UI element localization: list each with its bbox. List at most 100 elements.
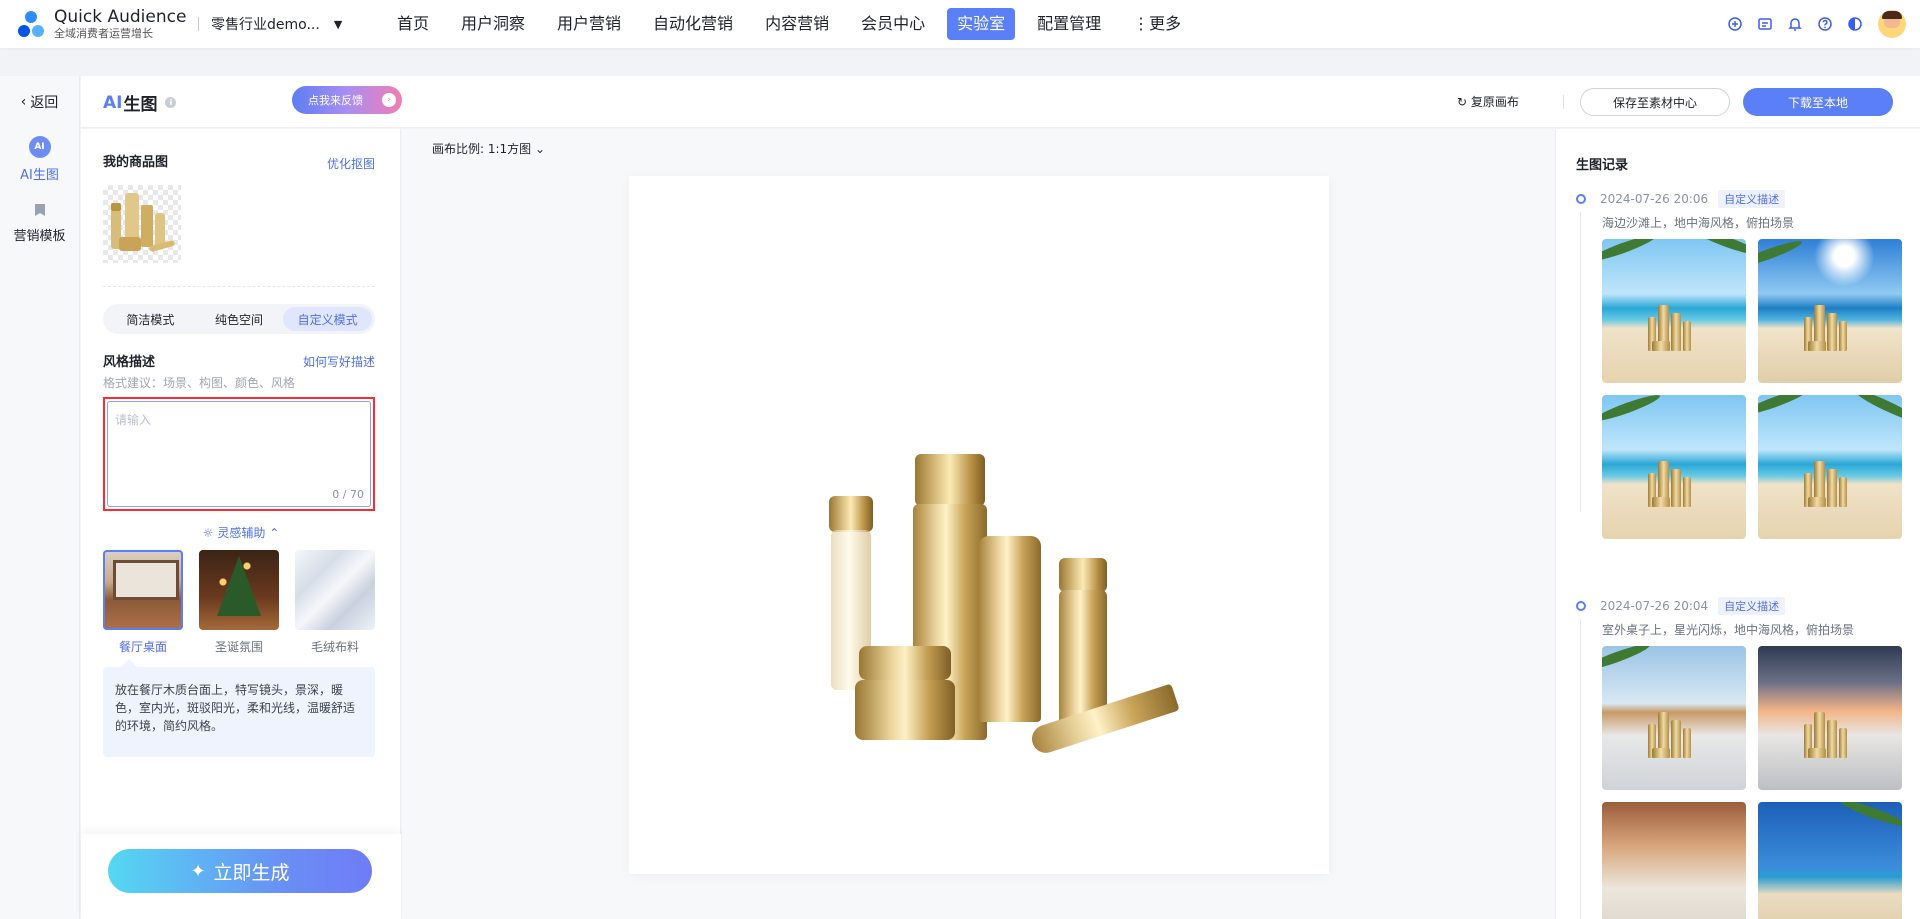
ai-icon: AI [28, 136, 51, 158]
logo-icon [16, 9, 46, 39]
info-icon[interactable]: i [165, 97, 177, 108]
settings-panel: 我的商品图 优化抠图 简洁模式 纯色空间 自定义模式 风格描述 如何写好描述 格… [81, 129, 401, 919]
timeline-dot [1576, 194, 1586, 204]
history-record: 2024-07-26 20:04 自定义描述 室外桌子上，星光闪烁，地中海风格，… [1576, 597, 1916, 919]
app-logo[interactable]: Quick Audience 全域消费者运营增长 [16, 6, 198, 41]
feedback-button[interactable]: 点我来反馈 › [292, 86, 402, 114]
back-button[interactable]: ‹ 返回 [0, 76, 79, 128]
arrow-right-icon: › [382, 93, 396, 107]
optimize-cutout-link[interactable]: 优化抠图 [327, 155, 375, 172]
mode-tabs: 简洁模式 纯色空间 自定义模式 [103, 304, 375, 334]
chevron-down-icon: ⌄ [535, 142, 546, 156]
style-presets: 餐厅桌面 圣诞氛围 毛绒布料 [103, 550, 375, 655]
record-tag: 自定义描述 [1718, 597, 1786, 615]
rail-item-ai-image[interactable]: AI AI生图 [0, 136, 79, 183]
back-label: 返回 [30, 95, 59, 111]
theme-icon[interactable] [1846, 15, 1864, 33]
plugin-icon[interactable] [1726, 15, 1744, 33]
style-card-label: 毛绒布料 [310, 640, 359, 654]
record-description: 室外桌子上，星光闪烁，地中海风格，俯拍场景 [1602, 623, 1855, 637]
workspace-selector[interactable]: 零售行业demo... ▼ [211, 14, 371, 34]
rail-item-label: AI生图 [20, 168, 59, 183]
menu-item-member[interactable]: 会员中心 [851, 8, 935, 40]
main-menu: 首页 用户洞察 用户营销 自动化营销 内容营销 会员中心 实验室 配置管理 ⋮更… [387, 8, 1203, 40]
style-card-dining[interactable]: 餐厅桌面 [103, 550, 183, 655]
sparkle-icon: ✦ [190, 860, 206, 882]
help-icon[interactable] [1816, 15, 1834, 33]
generated-image[interactable] [1758, 239, 1902, 383]
tab-simple-mode[interactable]: 简洁模式 [106, 307, 195, 331]
style-card-christmas[interactable]: 圣诞氛围 [199, 550, 279, 655]
divider [103, 286, 375, 287]
style-description-input[interactable]: 请输入 0 / 70 [107, 401, 371, 507]
rail-item-label: 营销模板 [13, 229, 66, 244]
style-description-preview: 放在餐厅木质台面上，特写镜头，景深，暖色，室内光，斑驳阳光，柔和光线，温暖舒适的… [103, 659, 375, 757]
chevron-up-icon: ⌃ [269, 526, 280, 540]
writing-tips-link[interactable]: 如何写好描述 [303, 353, 375, 370]
panel-footer: ✦ 立即生成 [81, 834, 401, 919]
menu-item-insight[interactable]: 用户洞察 [451, 8, 535, 40]
bell-icon[interactable] [1786, 15, 1804, 33]
avatar[interactable] [1878, 10, 1906, 38]
menu-item-lab[interactable]: 实验室 [947, 8, 1016, 40]
format-hint: 格式建议：场景、构图、颜色、风格 [103, 376, 296, 390]
divider [1563, 95, 1564, 109]
record-description: 海边沙滩上，地中海风格，俯拍场景 [1602, 216, 1795, 230]
style-preview-image [199, 550, 279, 630]
divider [198, 17, 199, 31]
generate-button[interactable]: ✦ 立即生成 [108, 849, 372, 893]
tab-solid-space[interactable]: 纯色空间 [195, 307, 284, 331]
record-tag: 自定义描述 [1718, 190, 1786, 208]
menu-item-config[interactable]: 配置管理 [1027, 8, 1111, 40]
menu-item-automation[interactable]: 自动化营销 [643, 8, 743, 40]
char-counter: 0 / 70 [332, 488, 364, 501]
save-to-library-button[interactable]: 保存至素材中心 [1580, 88, 1730, 116]
download-button[interactable]: 下载至本地 [1743, 88, 1893, 116]
menu-item-content[interactable]: 内容营销 [755, 8, 839, 40]
generated-image[interactable] [1758, 646, 1902, 790]
menu-item-more[interactable]: ⋮更多 [1123, 8, 1191, 40]
style-preview-image [103, 550, 183, 630]
inspiration-toggle[interactable]: ☼ 灵感辅助 ⌃ [81, 524, 401, 541]
menu-item-home[interactable]: 首页 [387, 8, 439, 40]
page-title: AI 生图 i [103, 90, 177, 115]
chevron-left-icon: ‹ [20, 94, 27, 110]
history-panel: 生图记录 2024-07-26 20:06 自定义描述 海边沙滩上，地中海风格，… [1555, 129, 1920, 919]
record-time: 2024-07-26 20:04 [1600, 599, 1709, 613]
bulb-icon: ☼ [202, 526, 214, 540]
record-time: 2024-07-26 20:06 [1600, 192, 1709, 206]
image-canvas[interactable] [629, 176, 1329, 874]
rail-item-templates[interactable]: 营销模板 [0, 199, 79, 244]
history-title: 生图记录 [1576, 158, 1629, 173]
record-images [1602, 239, 1916, 539]
generated-image[interactable] [1758, 395, 1902, 539]
highlight-box: 请输入 0 / 70 [103, 397, 375, 511]
task-icon[interactable] [1756, 15, 1774, 33]
menu-item-marketing[interactable]: 用户营销 [547, 8, 631, 40]
workspace-name: 零售行业demo... [211, 17, 320, 33]
canvas-area: 画布比例: 1:1方图 ⌄ [402, 129, 1554, 919]
input-placeholder: 请输入 [115, 413, 152, 427]
tab-custom-mode[interactable]: 自定义模式 [283, 307, 373, 331]
left-rail: ‹ 返回 AI AI生图 营销模板 [0, 76, 80, 919]
product-section-title: 我的商品图 [103, 155, 169, 170]
restore-canvas-button[interactable]: ↻ 复原画布 [1457, 93, 1519, 110]
top-navbar: Quick Audience 全域消费者运营增长 零售行业demo... ▼ 首… [0, 0, 1920, 48]
generated-image[interactable] [1758, 802, 1902, 919]
product-thumbnail[interactable] [103, 185, 181, 263]
generated-image[interactable] [1602, 239, 1746, 383]
app-name: Quick Audience [54, 6, 187, 27]
generated-image[interactable] [1602, 646, 1746, 790]
style-card-plush[interactable]: 毛绒布料 [295, 550, 375, 655]
workspace-header: AI 生图 i 点我来反馈 › ↻ 复原画布 保存至素材中心 下载至本地 [81, 76, 1920, 128]
canvas-ratio-selector[interactable]: 画布比例: 1:1方图 ⌄ [432, 140, 545, 157]
refresh-icon: ↻ [1457, 95, 1468, 109]
record-images [1602, 646, 1916, 919]
generated-image[interactable] [1602, 802, 1746, 919]
app-tagline: 全域消费者运营增长 [54, 26, 153, 40]
timeline-dot [1576, 601, 1586, 611]
generated-image[interactable] [1602, 395, 1746, 539]
caret-down-icon: ▼ [333, 17, 343, 31]
product-image[interactable] [829, 454, 1189, 776]
style-preview-image [295, 550, 375, 630]
